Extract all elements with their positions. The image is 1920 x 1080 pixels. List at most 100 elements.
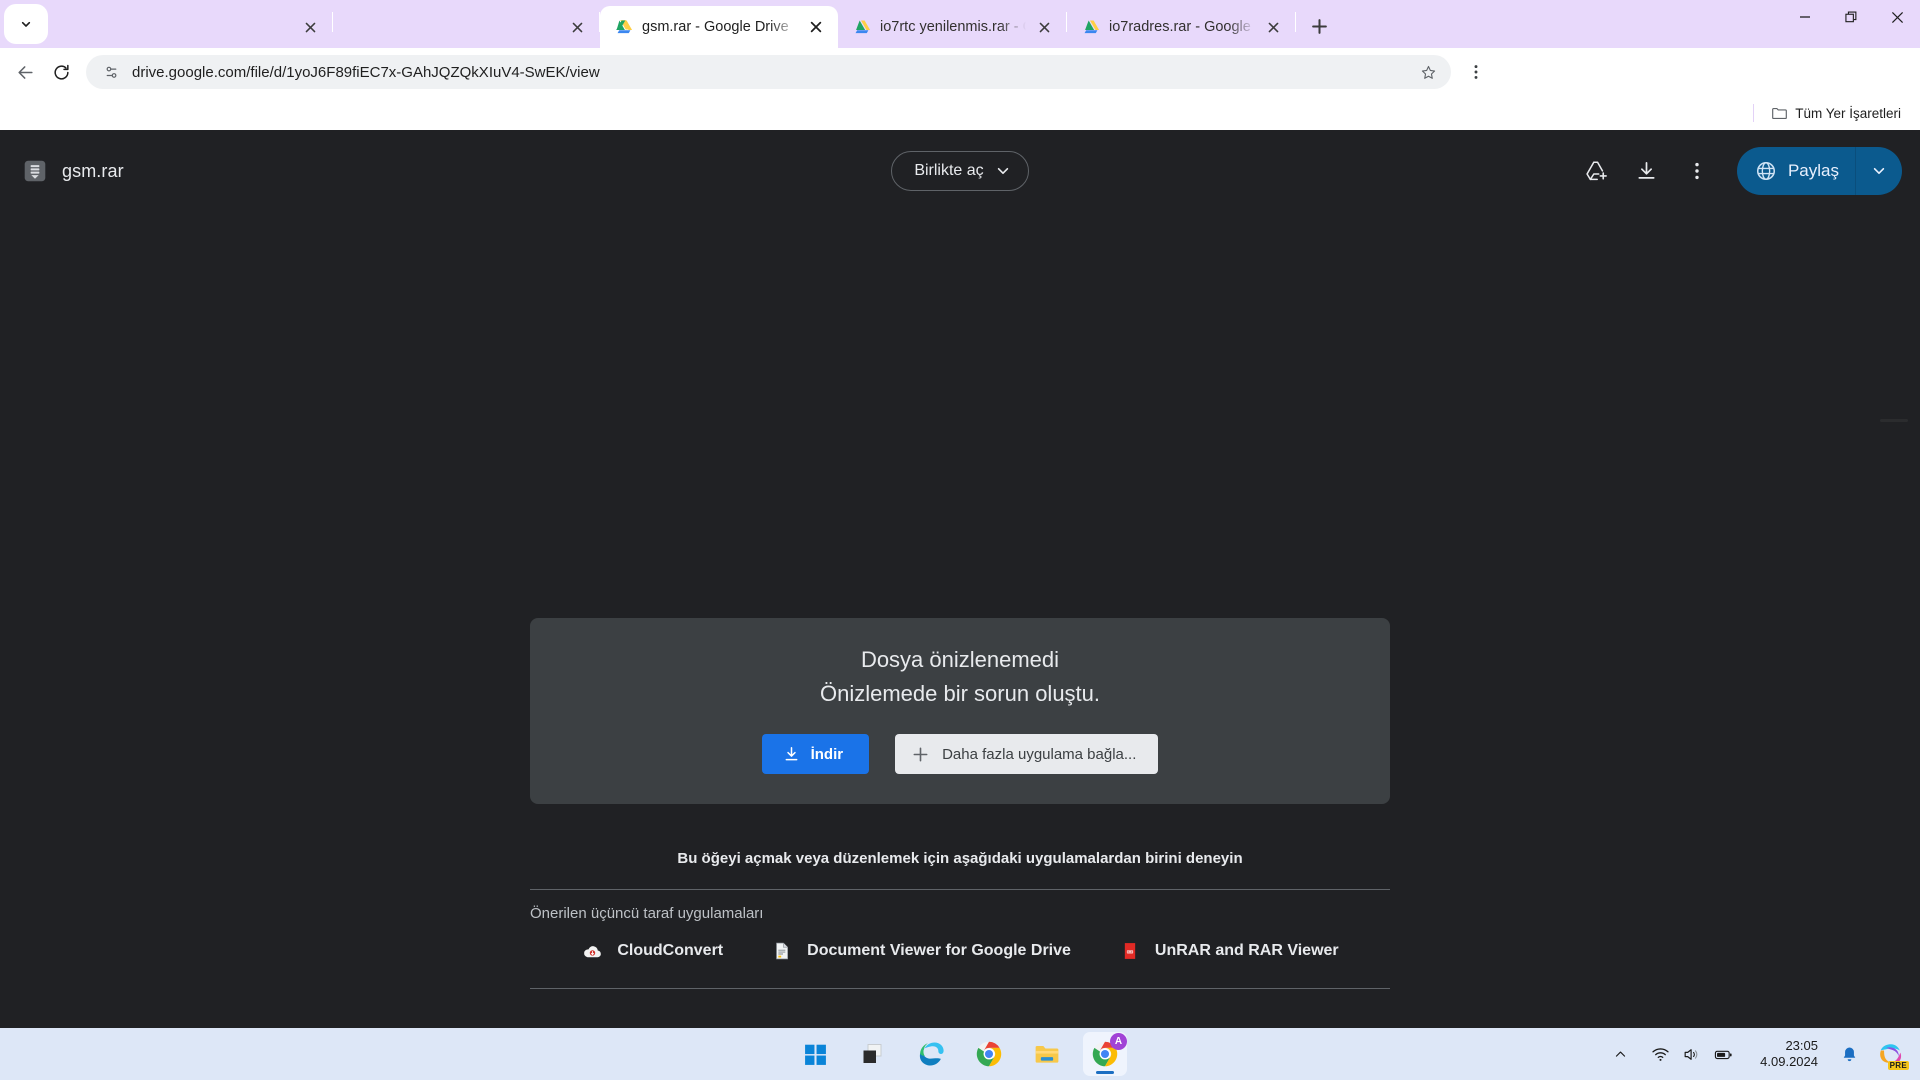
app-label: Document Viewer for Google Drive bbox=[807, 942, 1071, 959]
tab-close-icon[interactable] bbox=[565, 15, 589, 39]
google-drive-file-viewer: gsm.rar Birlikte aç Paylaş Dosya önizlen… bbox=[0, 130, 1920, 1032]
tab-close-icon[interactable] bbox=[804, 15, 828, 39]
maximize-button[interactable] bbox=[1828, 0, 1874, 34]
download-icon bbox=[1638, 161, 1656, 179]
system-tray: 23:05 4.09.2024 PRE bbox=[1609, 1036, 1920, 1073]
minimize-icon bbox=[1800, 16, 1810, 18]
drive-preview-area: Dosya önizlenemedi Önizlemede bir sorun … bbox=[0, 212, 1920, 1032]
bookmarks-divider bbox=[1753, 104, 1755, 122]
start-button[interactable] bbox=[793, 1032, 837, 1076]
task-view-button[interactable] bbox=[851, 1032, 895, 1076]
show-hidden-icons-button[interactable] bbox=[1609, 1043, 1631, 1065]
tab-item-active[interactable]: gsm.rar - Google Drive bbox=[600, 6, 838, 48]
plus-icon bbox=[913, 747, 928, 761]
wifi-icon bbox=[1652, 1047, 1669, 1061]
connect-more-apps-button[interactable]: Daha fazla uygulama bağla... bbox=[895, 734, 1159, 774]
app-label: UnRAR and RAR Viewer bbox=[1154, 942, 1339, 959]
notifications-button[interactable] bbox=[1836, 1041, 1862, 1067]
minimize-button[interactable] bbox=[1782, 0, 1828, 34]
share-button[interactable]: Paylaş bbox=[1736, 147, 1902, 195]
add-to-my-drive-icon bbox=[1586, 161, 1608, 180]
chrome-menu-button[interactable] bbox=[1459, 55, 1493, 89]
windows-taskbar: A 23:05 4.09.2024 PRE bbox=[0, 1028, 1920, 1080]
tab-item[interactable] bbox=[50, 6, 332, 48]
divider bbox=[530, 889, 1390, 890]
copilot-button[interactable]: PRE bbox=[1874, 1037, 1909, 1071]
address-bar[interactable]: drive.google.com/file/d/1yoJ6F89fiEC7x-G… bbox=[86, 55, 1451, 89]
tab-list: gsm.rar - Google Drive io7rtc yenilenmis… bbox=[50, 0, 1782, 48]
preview-error-message: Önizlemede bir sorun oluştu. bbox=[819, 681, 1101, 706]
suggested-apps-list: CloudConvert Document Viewer for Google … bbox=[530, 936, 1390, 966]
reload-button[interactable] bbox=[44, 55, 78, 89]
close-button[interactable] bbox=[1874, 0, 1920, 34]
download-file-button[interactable]: İndir bbox=[761, 734, 870, 774]
tab-close-icon[interactable] bbox=[298, 15, 322, 39]
app-item-cloudconvert[interactable]: CloudConvert bbox=[577, 936, 727, 966]
bookmark-star-icon[interactable] bbox=[1415, 59, 1441, 85]
google-chrome-button[interactable] bbox=[967, 1032, 1011, 1076]
share-button-main[interactable]: Paylaş bbox=[1737, 147, 1855, 195]
preview-error-card: Dosya önizlenemedi Önizlemede bir sorun … bbox=[530, 618, 1390, 804]
app-item-document-viewer[interactable]: Document Viewer for Google Drive bbox=[767, 936, 1075, 966]
tab-search-button[interactable] bbox=[4, 4, 48, 44]
back-arrow-icon bbox=[17, 65, 33, 79]
quick-settings-button[interactable] bbox=[1643, 1040, 1742, 1069]
rar-file-icon: RAR bbox=[1119, 940, 1141, 962]
more-options-button[interactable] bbox=[1675, 149, 1719, 193]
bookmarks-bar: Tüm Yer İşaretleri bbox=[0, 96, 1920, 130]
all-bookmarks-button[interactable]: Tüm Yer İşaretleri bbox=[1764, 102, 1908, 125]
bell-icon bbox=[1843, 1047, 1855, 1061]
scroll-indicator[interactable] bbox=[1880, 419, 1908, 422]
chrome-browser-window: gsm.rar - Google Drive io7rtc yenilenmis… bbox=[0, 0, 1920, 1080]
google-chrome-window-button[interactable]: A bbox=[1083, 1032, 1127, 1076]
chrome-icon bbox=[976, 1041, 1002, 1067]
file-explorer-button[interactable] bbox=[1025, 1032, 1069, 1076]
document-icon bbox=[771, 940, 793, 962]
archive-file-icon bbox=[22, 158, 48, 184]
divider bbox=[530, 988, 1390, 989]
download-file-label: İndir bbox=[810, 745, 844, 763]
suggested-apps-title: Bu öğeyi açmak veya düzenlemek için aşağ… bbox=[677, 850, 1243, 867]
three-dot-menu-icon bbox=[1474, 65, 1478, 79]
open-with-label: Birlikte aç bbox=[914, 162, 984, 179]
folder-icon bbox=[1772, 107, 1788, 119]
chevron-down-icon bbox=[1873, 167, 1885, 175]
tab-strip: gsm.rar - Google Drive io7rtc yenilenmis… bbox=[0, 0, 1920, 48]
app-item-unrar-viewer[interactable]: RAR UnRAR and RAR Viewer bbox=[1115, 936, 1343, 966]
tab-close-icon[interactable] bbox=[1032, 15, 1056, 39]
open-with-button[interactable]: Birlikte aç bbox=[891, 151, 1029, 191]
download-button[interactable] bbox=[1625, 149, 1669, 193]
connect-more-apps-label: Daha fazla uygulama bağla... bbox=[942, 745, 1137, 763]
clock-button[interactable]: 23:05 4.09.2024 bbox=[1754, 1036, 1824, 1073]
reload-icon bbox=[53, 64, 69, 80]
new-tab-button[interactable] bbox=[1302, 9, 1336, 43]
drive-header: gsm.rar Birlikte aç Paylaş bbox=[0, 130, 1920, 212]
tab-separator bbox=[1295, 12, 1296, 32]
google-drive-icon bbox=[852, 18, 871, 36]
svg-text:RAR: RAR bbox=[1127, 951, 1132, 954]
add-to-my-drive-button[interactable] bbox=[1575, 149, 1619, 193]
chevron-down-icon bbox=[997, 167, 1008, 175]
back-button[interactable] bbox=[8, 55, 42, 89]
file-name-label: gsm.rar bbox=[62, 160, 124, 181]
task-view-icon bbox=[863, 1044, 882, 1063]
tab-close-icon[interactable] bbox=[1261, 15, 1285, 39]
tab-title: io7rtc yenilenmis.rar - Goo bbox=[880, 19, 1026, 35]
clock-date: 4.09.2024 bbox=[1760, 1054, 1818, 1069]
google-drive-icon bbox=[614, 18, 633, 36]
tab-item[interactable]: io7radres.rar - Google Driv bbox=[1067, 6, 1295, 48]
three-dot-menu-icon bbox=[1695, 162, 1699, 180]
tab-item[interactable]: io7rtc yenilenmis.rar - Goo bbox=[838, 6, 1066, 48]
active-indicator bbox=[1096, 1071, 1114, 1074]
battery-icon bbox=[1715, 1050, 1732, 1059]
microsoft-edge-button[interactable] bbox=[909, 1032, 953, 1076]
tab-item[interactable] bbox=[333, 6, 599, 48]
windows-logo-icon bbox=[804, 1044, 826, 1065]
globe-icon bbox=[1756, 161, 1775, 181]
share-dropdown-button[interactable] bbox=[1856, 147, 1902, 195]
chevron-down-icon bbox=[21, 21, 31, 27]
third-party-apps-label: Önerilen üçüncü taraf uygulamaları bbox=[530, 905, 764, 922]
folder-icon bbox=[1035, 1046, 1059, 1063]
site-settings-icon[interactable] bbox=[98, 59, 124, 85]
app-label: CloudConvert bbox=[617, 942, 724, 959]
